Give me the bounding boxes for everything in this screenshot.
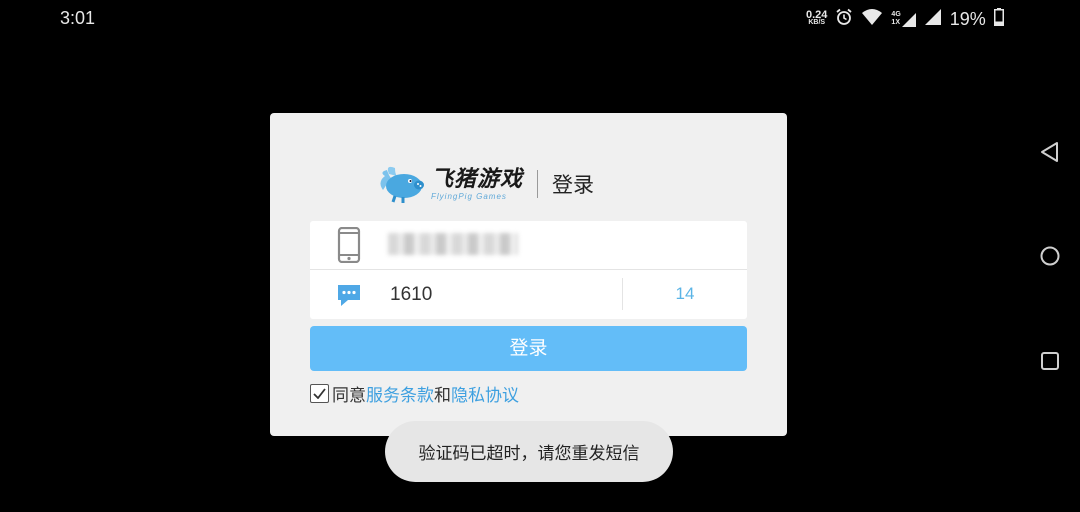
toast-message: 验证码已超时，请您重发短信 bbox=[385, 421, 673, 482]
code-row: 14 bbox=[310, 270, 747, 318]
battery-percent: 19% bbox=[949, 8, 986, 29]
brand-header: 飞猪游戏 FlyingPig Games 登录 bbox=[375, 161, 594, 207]
checkmark-icon bbox=[313, 387, 326, 399]
agreement-checkbox[interactable] bbox=[310, 383, 329, 403]
phone-number-field[interactable] bbox=[388, 233, 518, 255]
recents-icon[interactable] bbox=[1036, 347, 1064, 375]
login-button[interactable]: 登录 bbox=[310, 326, 747, 371]
network-speed-value: 0.24 bbox=[806, 9, 828, 21]
network-type-bottom: 1X bbox=[891, 19, 900, 26]
agreement-row: 同意 服务条款 和 隐私协议 bbox=[310, 381, 519, 406]
phone-icon bbox=[337, 226, 361, 267]
network-speed: 0.24 KB/S bbox=[806, 9, 828, 27]
network-type: 4G 1X bbox=[891, 11, 900, 27]
signal-icon bbox=[924, 8, 942, 30]
verification-code-input[interactable] bbox=[390, 282, 610, 308]
network-speed-unit: KB/S bbox=[808, 19, 826, 26]
privacy-policy-link[interactable]: 隐私协议 bbox=[451, 381, 519, 406]
brand-divider bbox=[537, 170, 539, 198]
terms-of-service-link[interactable]: 服务条款 bbox=[366, 381, 434, 406]
brand-english-name: FlyingPig Games bbox=[431, 191, 507, 201]
status-icons: 0.24 KB/S 4G 1X 19% bbox=[806, 6, 1004, 32]
login-form: 14 bbox=[310, 221, 747, 319]
brand-text: 飞猪游戏 FlyingPig Games bbox=[431, 166, 524, 201]
status-time: 3:01 bbox=[60, 8, 96, 28]
toast-text: 验证码已超时，请您重发短信 bbox=[418, 444, 640, 464]
signal-small-icon bbox=[901, 13, 916, 27]
alarm-icon bbox=[835, 8, 853, 30]
login-dialog: 飞猪游戏 FlyingPig Games 登录 1610 14 登录 同意 服务… bbox=[270, 113, 787, 436]
home-icon[interactable] bbox=[1036, 242, 1064, 270]
flying-pig-logo-icon bbox=[375, 160, 427, 208]
signal-4g-group: 4G 1X bbox=[891, 11, 916, 27]
dialog-title: 登录 bbox=[552, 173, 595, 197]
battery-icon bbox=[993, 8, 1004, 30]
network-type-top: 4G bbox=[891, 11, 901, 18]
message-icon bbox=[336, 283, 362, 311]
brand-name: 飞猪游戏 bbox=[431, 166, 524, 192]
agreement-conjunction: 和 bbox=[434, 385, 451, 406]
agreement-prefix: 同意 bbox=[332, 385, 366, 406]
resend-countdown[interactable]: 14 bbox=[623, 270, 747, 318]
back-icon[interactable] bbox=[1036, 138, 1064, 166]
phone-row[interactable] bbox=[310, 221, 747, 270]
wifi-icon bbox=[861, 8, 883, 30]
